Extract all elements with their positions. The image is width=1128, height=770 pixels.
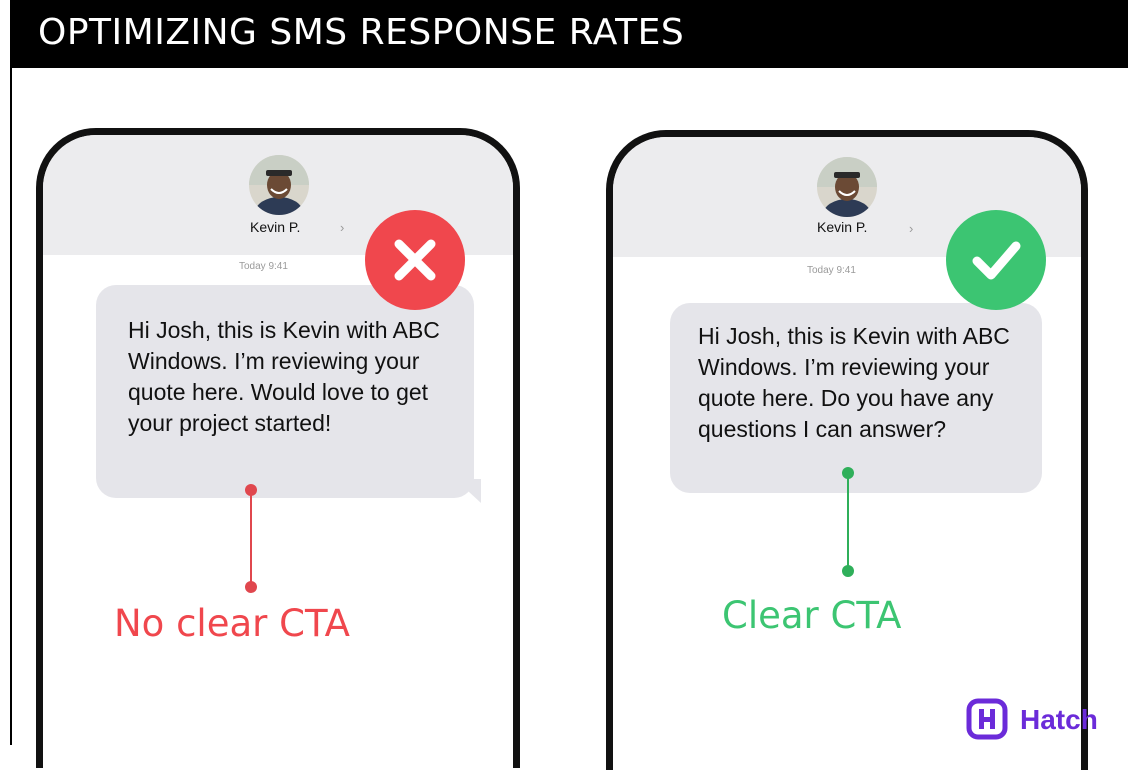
message-timestamp: Today 9:41 — [807, 265, 856, 276]
status-badge-incorrect — [365, 210, 465, 310]
status-badge-correct — [946, 210, 1046, 310]
message-text: Hi Josh, this is Kevin with ABC Windows.… — [128, 317, 440, 436]
hatch-logo-icon — [966, 698, 1008, 745]
chevron-right-icon[interactable]: › — [909, 221, 913, 236]
bubble-tail — [455, 479, 481, 503]
connector-line — [250, 490, 252, 588]
hatch-logo-text: Hatch — [1020, 704, 1098, 735]
contact-name[interactable]: Kevin P. — [817, 219, 867, 235]
message-text: Hi Josh, this is Kevin with ABC Windows.… — [698, 323, 1010, 442]
cta-label-good: Clear CTA — [722, 594, 902, 637]
page-title: OPTIMIZING SMS RESPONSE RATES — [38, 12, 685, 53]
header-bar: OPTIMIZING SMS RESPONSE RATES — [10, 0, 1128, 68]
connector-line — [847, 473, 849, 571]
connector-dot-bottom — [245, 581, 257, 593]
cta-label-bad: No clear CTA — [114, 602, 350, 645]
frame-left-border — [10, 68, 12, 745]
contact-avatar[interactable] — [817, 157, 877, 217]
chevron-right-icon[interactable]: › — [340, 220, 344, 235]
message-timestamp: Today 9:41 — [239, 261, 288, 272]
contact-name[interactable]: Kevin P. — [250, 219, 300, 235]
message-bubble[interactable]: Hi Josh, this is Kevin with ABC Windows.… — [96, 285, 474, 498]
x-icon — [394, 239, 436, 281]
message-bubble[interactable]: Hi Josh, this is Kevin with ABC Windows.… — [670, 303, 1042, 493]
contact-avatar[interactable] — [249, 155, 309, 215]
check-icon — [972, 241, 1021, 280]
connector-dot-bottom — [842, 565, 854, 577]
